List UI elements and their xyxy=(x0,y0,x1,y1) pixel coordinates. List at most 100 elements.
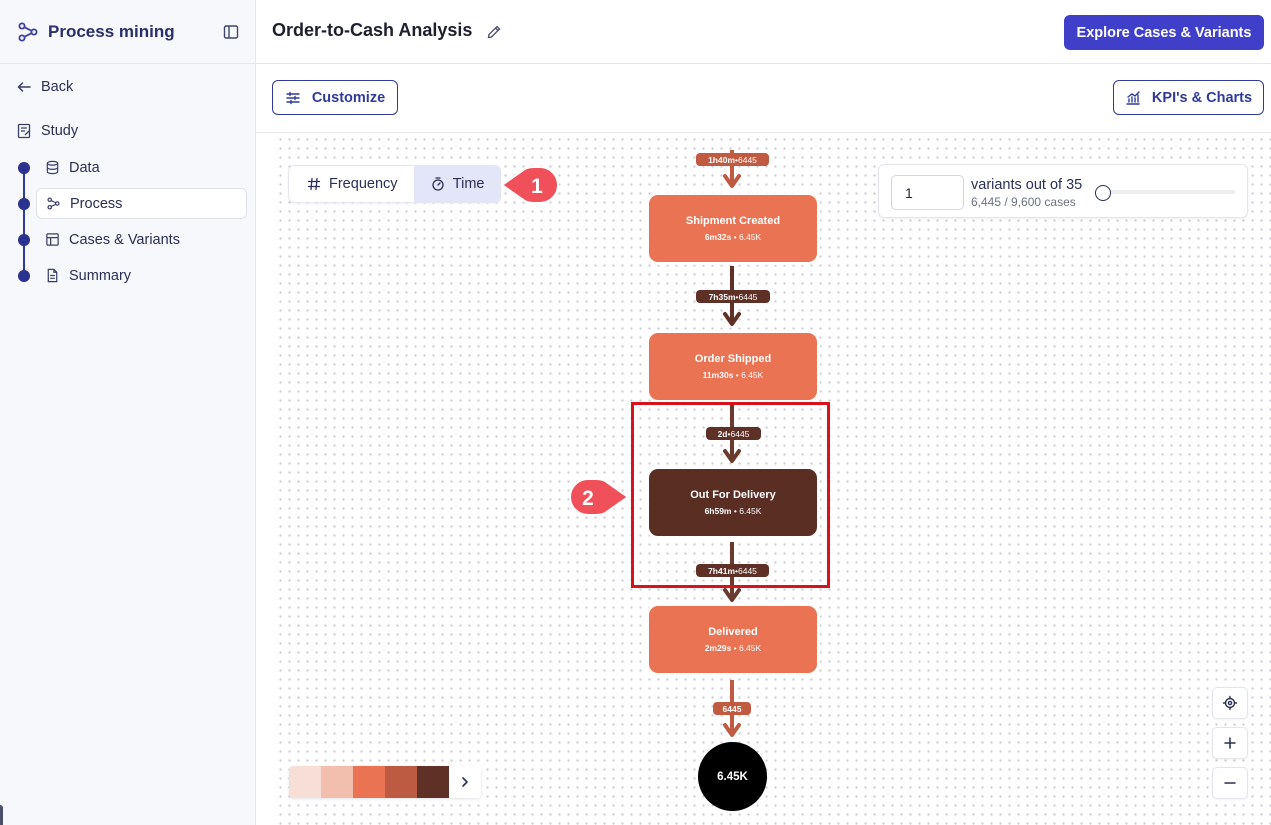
edge-label: 6445 xyxy=(713,702,751,715)
legend-next-button[interactable] xyxy=(449,766,481,798)
node-count: 6.45K xyxy=(738,643,762,653)
sidebar-item-data[interactable]: Data xyxy=(36,152,247,183)
edge-duration: 7h35m xyxy=(708,291,736,302)
node-count: 6.45K xyxy=(741,370,764,380)
badge-number: 1 xyxy=(531,175,543,198)
tree-dot xyxy=(18,234,30,246)
edge-label: 7h35m • 6445 xyxy=(696,290,770,303)
kpi-label: KPI's & Charts xyxy=(1151,89,1253,106)
annotation-badge-1: 1 xyxy=(500,166,559,204)
zoom-in-button[interactable] xyxy=(1212,727,1248,759)
node-stats: 6m32s • 6.45K xyxy=(705,232,761,242)
page-header: Order-to-Cash Analysis Explore Cases & V… xyxy=(256,0,1271,64)
legend-swatch xyxy=(321,766,353,798)
frequency-label: Frequency xyxy=(329,176,398,192)
customize-button[interactable]: Customize xyxy=(272,80,398,115)
minus-icon xyxy=(1224,782,1236,784)
node-title: Delivered xyxy=(708,626,758,638)
fit-view-button[interactable] xyxy=(1212,687,1248,719)
tree-dot xyxy=(18,270,30,282)
node-separator: • xyxy=(731,232,739,242)
variants-slider-track[interactable] xyxy=(1103,190,1235,194)
customize-label: Customize xyxy=(311,89,386,106)
sidebar-toggle-icon[interactable] xyxy=(223,24,239,40)
sidebar-item-summary[interactable]: Summary xyxy=(36,260,247,291)
node-stats: 11m30s • 6.45K xyxy=(703,370,764,380)
variants-slider-thumb[interactable] xyxy=(1095,185,1111,201)
table-icon xyxy=(46,233,59,246)
zoom-out-button[interactable] xyxy=(1212,767,1248,799)
edge-count: 6445 xyxy=(738,291,758,302)
process-mining-logo-icon xyxy=(18,22,38,41)
variants-label: variants out of 35 xyxy=(971,177,1083,193)
highlight-box xyxy=(631,402,830,588)
pencil-icon[interactable] xyxy=(486,24,502,40)
process-node-delivered[interactable]: Delivered 2m29s • 6.45K xyxy=(649,606,817,673)
node-title: Order Shipped xyxy=(694,353,772,365)
edge-duration: 1h40m xyxy=(708,154,736,165)
node-duration: 6m32s xyxy=(704,232,732,242)
study-label: Study xyxy=(41,123,79,139)
back-label: Back xyxy=(41,79,74,95)
edge-label: 1h40m • 6445 xyxy=(696,153,769,166)
process-node-order-shipped[interactable]: Order Shipped 11m30s • 6.45K xyxy=(649,333,817,400)
hash-icon xyxy=(307,177,321,191)
legend-swatch xyxy=(353,766,385,798)
app-title: Process mining xyxy=(48,21,175,41)
kpi-charts-button[interactable]: KPI's & Charts xyxy=(1113,80,1264,115)
stopwatch-icon xyxy=(432,177,444,191)
end-node[interactable]: 6.45K xyxy=(698,742,767,811)
node-stats: 2m29s • 6.45K xyxy=(705,643,761,653)
arrow-left-icon xyxy=(17,82,31,92)
edge-count: 6445 xyxy=(722,703,742,714)
sidebar-item-cases-variants[interactable]: Cases & Variants xyxy=(36,224,247,255)
variants-cases-summary: 6,445 / 9,600 cases xyxy=(971,195,1076,209)
legend-swatch xyxy=(289,766,321,798)
sidebar-item-label: Data xyxy=(69,159,100,176)
explore-cases-variants-button[interactable]: Explore Cases & Variants xyxy=(1064,15,1264,50)
database-icon xyxy=(46,160,59,175)
node-duration: 2m29s xyxy=(704,643,732,653)
view-toggle: Frequency Time xyxy=(288,165,501,203)
toolbar: Customize KPI's & Charts xyxy=(256,64,1271,133)
sidebar: Process mining Back Study Data Process C… xyxy=(0,0,256,825)
sidebar-item-study[interactable]: Study xyxy=(16,123,78,139)
node-separator: • xyxy=(731,643,739,653)
time-label: Time xyxy=(452,176,485,192)
plus-icon xyxy=(1224,737,1236,749)
legend-swatch xyxy=(385,766,417,798)
color-legend xyxy=(289,766,481,798)
sliders-icon xyxy=(286,91,300,104)
tree-line xyxy=(23,168,25,276)
chart-icon xyxy=(1126,90,1140,105)
edge-count: 6445 xyxy=(738,154,757,165)
process-node-shipment-created[interactable]: Shipment Created 6m32s • 6.45K xyxy=(649,195,817,262)
annotation-badge-2: 2 xyxy=(569,478,630,516)
variants-panel: 1 variants out of 35 6,445 / 9,600 cases xyxy=(878,164,1248,218)
sidebar-item-label: Process xyxy=(70,195,123,212)
node-separator: • xyxy=(733,370,742,380)
study-icon xyxy=(17,123,31,139)
node-duration: 11m30s xyxy=(702,370,734,380)
time-toggle-button[interactable]: Time xyxy=(413,166,500,202)
legend-swatch xyxy=(417,766,449,798)
tree-dot xyxy=(18,162,30,174)
sidebar-corner xyxy=(0,805,3,825)
back-link[interactable]: Back xyxy=(16,79,73,95)
sidebar-item-label: Cases & Variants xyxy=(69,231,180,248)
node-title: Shipment Created xyxy=(685,215,781,227)
chevron-right-icon xyxy=(462,777,468,787)
sidebar-item-process[interactable]: Process xyxy=(36,188,247,219)
badge-number: 2 xyxy=(582,487,594,510)
sidebar-item-label: Summary xyxy=(69,267,132,284)
frequency-toggle-button[interactable]: Frequency xyxy=(289,166,414,202)
canvas-margin xyxy=(256,133,276,825)
variants-count-input[interactable]: 1 xyxy=(891,175,964,210)
tree-dot xyxy=(18,198,30,210)
document-icon xyxy=(47,268,58,283)
process-icon xyxy=(47,197,60,210)
node-count: 6.45K xyxy=(738,232,762,242)
crosshair-icon xyxy=(1222,695,1238,711)
sidebar-header: Process mining xyxy=(0,0,255,64)
page-title: Order-to-Cash Analysis xyxy=(272,20,473,40)
